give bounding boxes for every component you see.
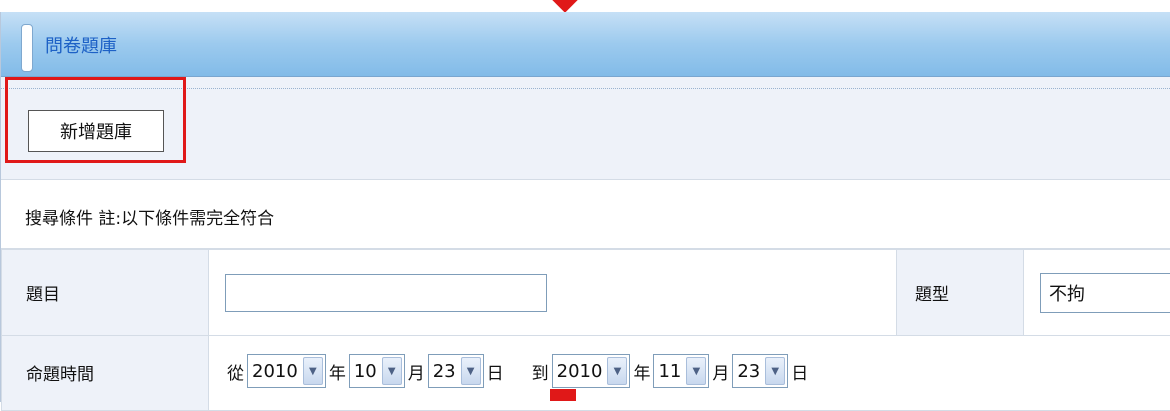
type-value-cell: 不拘 <box>1024 250 1170 336</box>
year-text: 年 <box>329 359 346 384</box>
from-year-select[interactable]: 2010 ▼ <box>247 354 326 388</box>
from-year-value: 2010 <box>248 355 301 387</box>
type-select[interactable]: 不拘 <box>1040 273 1170 313</box>
day-text: 日 <box>487 359 504 384</box>
annotation-marker-bottom <box>550 389 576 401</box>
from-day-select[interactable]: 23 ▼ <box>428 354 484 388</box>
to-month-select[interactable]: 11 ▼ <box>653 354 709 388</box>
panel-title: 問卷題庫 <box>45 32 117 58</box>
chevron-down-icon[interactable]: ▼ <box>461 357 481 385</box>
to-day-select[interactable]: 23 ▼ <box>732 354 788 388</box>
chevron-down-icon[interactable]: ▼ <box>303 357 323 385</box>
subject-input[interactable] <box>225 274 547 312</box>
to-text: 到 <box>532 359 549 384</box>
type-label-cell: 題型 <box>897 250 1024 336</box>
question-bank-panel: 問卷題庫 新增題庫 搜尋條件 註:以下條件需完全符合 題目 題型 不拘 <box>0 12 1170 402</box>
month-text: 月 <box>712 359 729 384</box>
from-day-value: 23 <box>429 355 459 387</box>
time-label: 命題時間 <box>2 336 94 385</box>
from-month-value: 10 <box>350 355 380 387</box>
to-year-select[interactable]: 2010 ▼ <box>552 354 631 388</box>
chevron-down-icon[interactable]: ▼ <box>607 357 627 385</box>
time-label-cell: 命題時間 <box>2 336 209 411</box>
from-month-select[interactable]: 10 ▼ <box>349 354 405 388</box>
search-form-table: 題目 題型 不拘 命題時間 從 2010 <box>1 249 1170 411</box>
chevron-down-icon[interactable]: ▼ <box>686 357 706 385</box>
to-month-value: 11 <box>654 355 684 387</box>
date-range-row: 從 2010 ▼ 年 10 ▼ 月 23 ▼ 日 <box>209 336 1170 388</box>
type-label: 題型 <box>897 280 949 305</box>
search-criteria-header: 搜尋條件 註:以下條件需完全符合 <box>1 179 1170 249</box>
subject-value-cell <box>209 250 897 336</box>
time-value-cell: 從 2010 ▼ 年 10 ▼ 月 23 ▼ 日 <box>209 336 1170 411</box>
panel-title-bar: 問卷題庫 <box>1 12 1170 77</box>
month-text: 月 <box>408 359 425 384</box>
type-select-value: 不拘 <box>1049 280 1085 306</box>
title-tab-icon <box>21 24 33 72</box>
subject-label-cell: 題目 <box>2 250 209 336</box>
table-row: 題目 題型 不拘 <box>2 250 1170 336</box>
to-day-value: 23 <box>733 355 763 387</box>
from-text: 從 <box>227 359 244 384</box>
search-criteria-text: 搜尋條件 註:以下條件需完全符合 <box>25 204 274 229</box>
table-row: 命題時間 從 2010 ▼ 年 10 ▼ 月 23 <box>2 336 1170 411</box>
year-text: 年 <box>633 359 650 384</box>
add-question-bank-button[interactable]: 新增題庫 <box>28 110 164 152</box>
subject-label: 題目 <box>2 280 60 305</box>
chevron-down-icon[interactable]: ▼ <box>382 357 402 385</box>
to-year-value: 2010 <box>553 355 606 387</box>
chevron-down-icon[interactable]: ▼ <box>765 357 785 385</box>
day-text: 日 <box>791 359 808 384</box>
annotation-marker-top <box>552 0 577 13</box>
